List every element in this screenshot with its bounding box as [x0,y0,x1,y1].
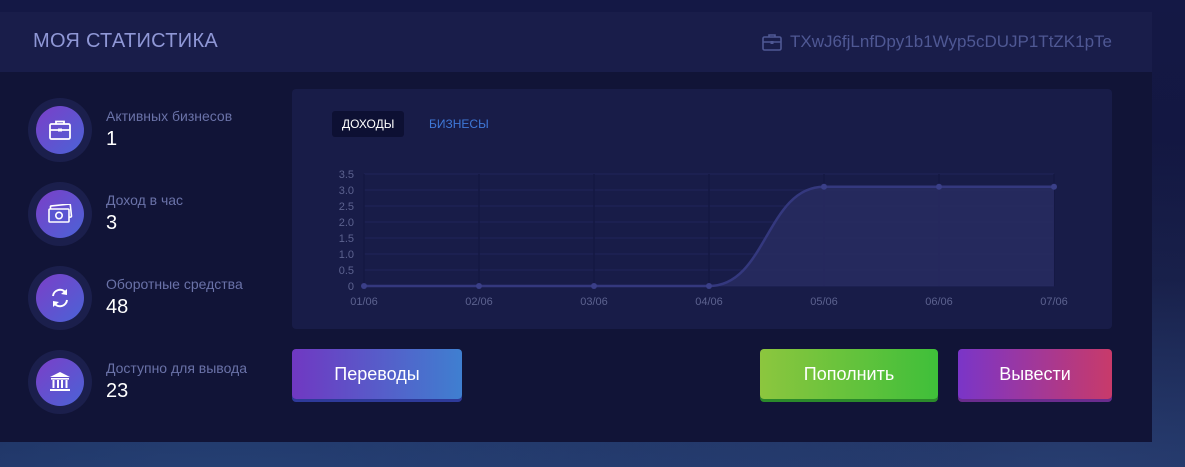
data-point [706,283,712,289]
y-tick-label: 2.5 [339,201,354,213]
briefcase-icon [36,106,84,154]
panel-header: МОЯ СТАТИСТИКА TXwJ6fjLnfDpy1b1Wyp5cDUJP… [0,12,1152,72]
y-tick-label: 3.5 [339,169,354,181]
bank-icon [36,358,84,406]
y-tick-label: 0.5 [339,265,354,277]
x-tick-label: 02/06 [465,296,493,308]
chart-card: ДОХОДЫ БИЗНЕСЫ 0 0.5 1.0 1.5 2.0 2.5 3.0 3.5 01/… [292,89,1112,329]
data-point [821,183,827,190]
x-tick-label: 07/06 [1040,296,1068,308]
data-point [476,283,482,289]
x-tick-label: 03/06 [580,296,608,308]
x-tick-label: 01/06 [350,296,378,308]
y-tick-label: 2.0 [339,217,354,229]
stat-label: Доступно для вывода [106,360,248,376]
y-tick-label: 1.0 [339,249,354,261]
stat-label: Оборотные средства [106,276,243,292]
y-tick-label: 0 [348,281,354,293]
data-point [1051,183,1057,190]
y-tick-label: 1.5 [339,233,354,245]
data-point [936,183,942,190]
stat-label: Активных бизнесов [106,108,233,124]
stat-value: 23 [106,380,129,402]
x-tick-label: 05/06 [810,296,838,308]
stat-available-withdrawal: Доступно для вывода 23 [28,350,278,414]
stat-value: 1 [106,128,118,150]
withdraw-button[interactable]: Вывести [958,349,1112,399]
deposit-button[interactable]: Пополнить [760,349,938,399]
briefcase-icon [762,33,782,51]
page-title: МОЯ СТАТИСТИКА [33,30,219,52]
stat-working-capital: Оборотные средства 48 [28,266,278,330]
data-point [361,283,367,289]
stat-income-per-hour: Доход в час 3 [28,182,278,246]
data-point [591,283,597,289]
refresh-icon [36,274,84,322]
stat-label: Доход в час [106,192,184,208]
income-chart: 0 0.5 1.0 1.5 2.0 2.5 3.0 3.5 01/06 02/06 03/06 04/… [339,169,1068,308]
stat-active-businesses: Активных бизнесов 1 [28,98,278,162]
transfers-button[interactable]: Переводы [292,349,462,399]
x-tick-label: 06/06 [925,296,953,308]
stat-value: 48 [106,296,129,318]
y-tick-label: 3.0 [339,185,354,197]
wallet-address[interactable]: TXwJ6fjLnfDpy1b1Wyp5cDUJP1TtZK1pTe [762,32,1112,52]
wallet-address-text: TXwJ6fjLnfDpy1b1Wyp5cDUJP1TtZK1pTe [789,32,1112,51]
money-icon [36,190,84,238]
stat-value: 3 [106,212,118,234]
x-tick-label: 04/06 [695,296,723,308]
